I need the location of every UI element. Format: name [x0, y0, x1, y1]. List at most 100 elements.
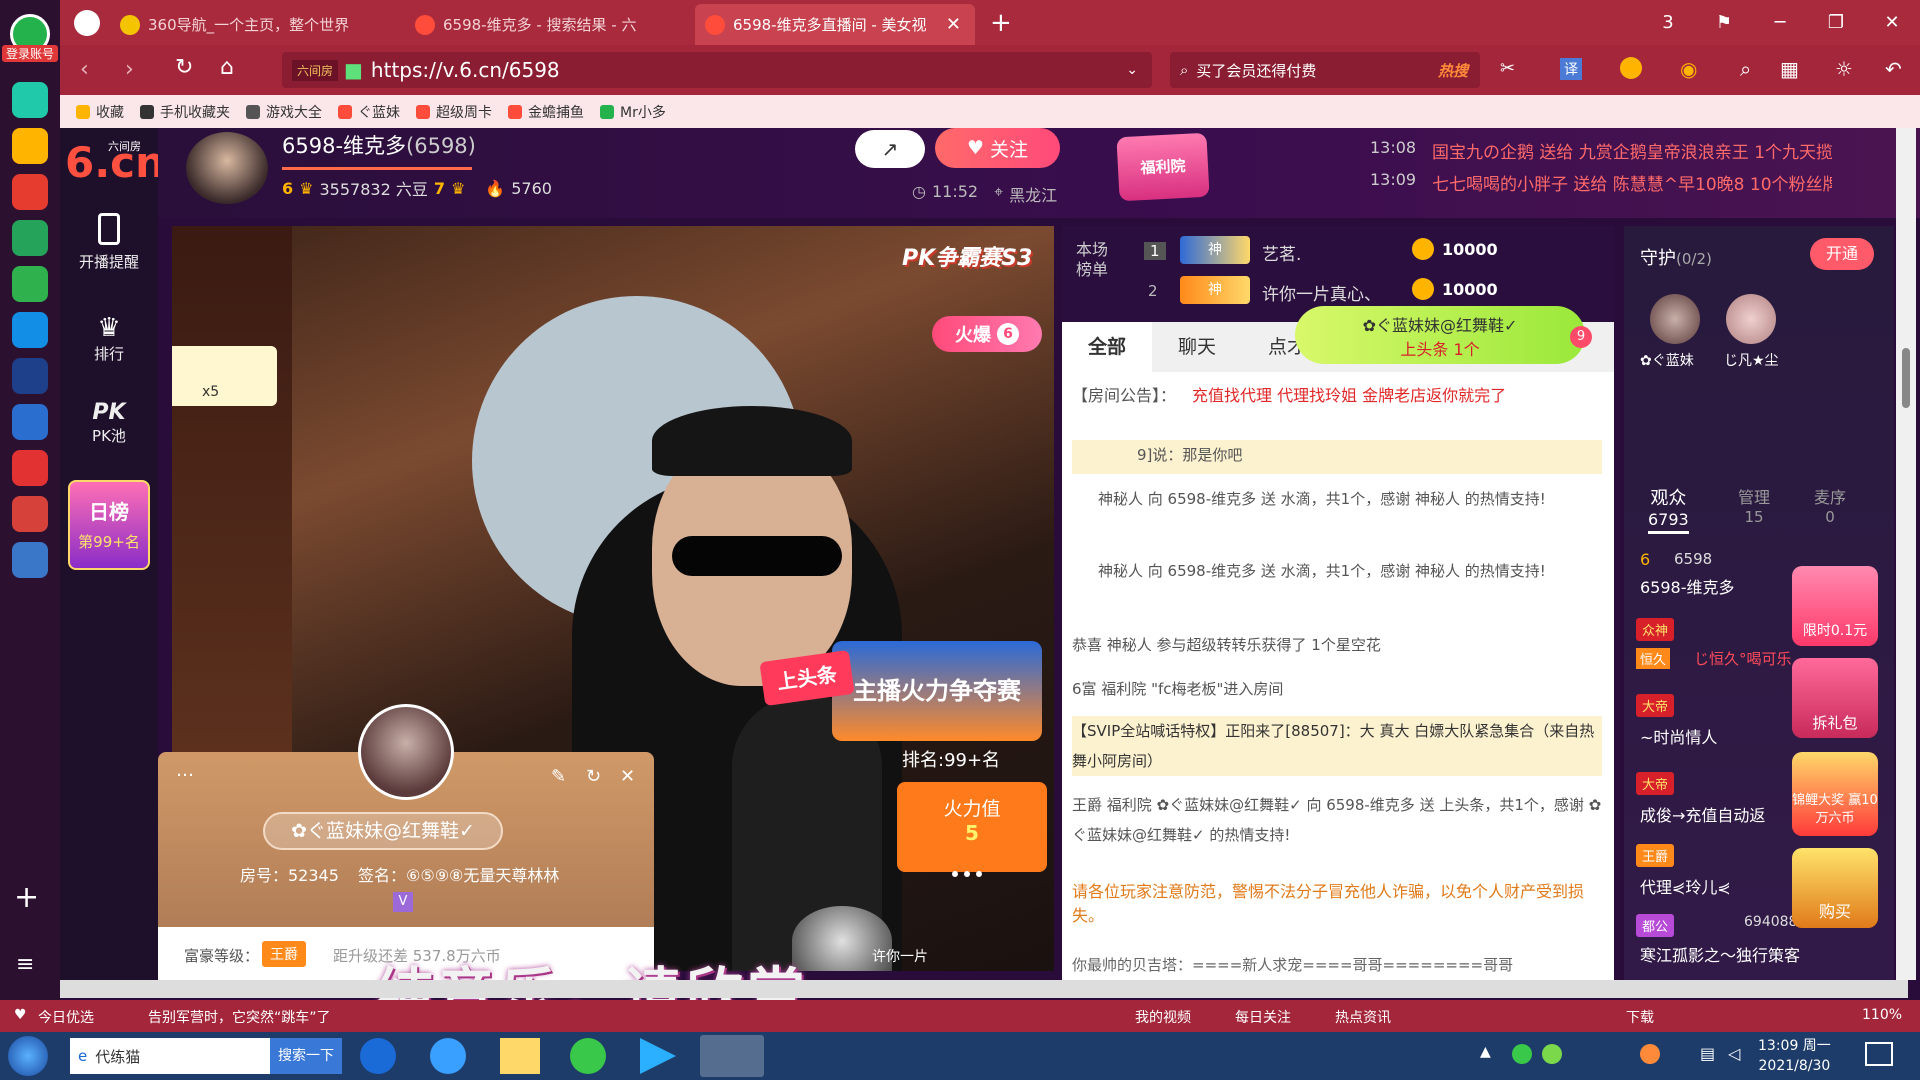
close-tab-icon[interactable]: ✕ — [946, 14, 961, 35]
promo-gift-pack[interactable]: 拆礼包 — [1792, 658, 1878, 738]
home-icon[interactable]: ⌂ — [220, 55, 234, 80]
tab-mic-order[interactable]: 麦序 0 — [1814, 484, 1846, 526]
loop-icon[interactable] — [12, 266, 48, 302]
user-name[interactable]: 寒江孤影之～独行策客 — [1640, 942, 1800, 966]
restore-icon[interactable]: ❐ — [1808, 12, 1864, 33]
news-icon[interactable] — [12, 358, 48, 394]
nav-ranking[interactable]: ♛ 排行 — [60, 313, 158, 364]
hot-search-label[interactable]: 热搜 — [1438, 60, 1468, 81]
download[interactable]: 下载 — [1626, 1007, 1654, 1027]
undo-icon[interactable]: ↶ — [1885, 57, 1902, 81]
clock[interactable]: 13:09 周一 2021/8/30 — [1758, 1036, 1831, 1076]
promo-limited[interactable]: 限时0.1元 — [1792, 566, 1878, 646]
tab-admin[interactable]: 管理 15 — [1738, 484, 1770, 526]
rank-name[interactable]: 艺茗. — [1262, 240, 1301, 265]
shop-icon[interactable] — [12, 450, 48, 486]
url-field[interactable]: 六间房 ■ https://v.6.cn/6598 ⌄ — [282, 52, 1152, 88]
start-icon[interactable] — [8, 1036, 48, 1076]
tab-live-room[interactable]: 6598-维克多直播间 - 美女视 ✕ — [695, 4, 975, 45]
active-app[interactable] — [700, 1035, 764, 1077]
more-icon[interactable]: … — [176, 760, 194, 781]
close-window-icon[interactable]: ✕ — [1864, 12, 1920, 33]
tab-audience[interactable]: 观众 6793 — [1648, 484, 1689, 534]
tray-volume-icon[interactable]: ◁ — [1728, 1044, 1740, 1063]
user-name[interactable]: 代理⋞玲儿⋞ — [1640, 874, 1731, 898]
host-avatar[interactable] — [186, 132, 268, 204]
bookmark-item[interactable]: Mr小多 — [600, 102, 666, 122]
today-pick[interactable]: 今日优选 — [38, 1007, 94, 1027]
chat-input-hint[interactable]: 你最帅的贝吉塔：====新人求宠====哥哥========哥哥 — [1072, 954, 1602, 975]
guard-name[interactable]: じ凡★尘 — [1724, 350, 1779, 370]
headline-bubble[interactable]: ✿ぐ蓝妹妹@红舞鞋✓ 上头条 1个 — [1295, 306, 1585, 364]
tray-chevron-icon[interactable]: ▲ — [1480, 1044, 1491, 1060]
bookmark-item[interactable]: 游戏大全 — [246, 102, 322, 122]
bookmark-item[interactable]: 超级周卡 — [416, 102, 492, 122]
news-link[interactable]: 告别军营时，它突然“跳车”了 — [148, 1007, 331, 1027]
user-name[interactable]: じ恒久°喝可乐 — [1694, 648, 1792, 669]
page-scrollbar[interactable] — [1896, 128, 1916, 980]
k-app-icon[interactable] — [360, 1038, 396, 1074]
welfare-badge[interactable]: 福利院 — [1116, 132, 1210, 202]
rank-board-title[interactable]: 本场榜单 — [1076, 240, 1116, 280]
star-icon[interactable] — [12, 128, 48, 164]
menu-icon[interactable]: ≡ — [16, 952, 34, 977]
mail-icon[interactable] — [12, 220, 48, 256]
carousel-dots[interactable] — [952, 871, 982, 877]
tab-360[interactable]: 360导航_一个主页，整个世界 — [110, 4, 400, 45]
fan-group[interactable]: x5 — [172, 346, 277, 406]
game-icon[interactable] — [12, 496, 48, 532]
tray-360-icon[interactable] — [1542, 1044, 1562, 1064]
navigation-icon[interactable] — [74, 10, 100, 36]
tool-icon[interactable] — [12, 542, 48, 578]
fire-box[interactable]: 火力值 5 — [897, 782, 1047, 872]
search-box[interactable]: ⌕ 买了会员还得付费 热搜 — [1170, 52, 1480, 88]
login-label[interactable]: 登录账号 — [2, 45, 58, 62]
new-tab-icon[interactable]: + — [990, 8, 1012, 38]
tray-qq-icon[interactable] — [1640, 1044, 1660, 1064]
brightness-icon[interactable]: ☼ — [1835, 57, 1853, 81]
tab-chat[interactable]: 聊天 — [1152, 322, 1242, 372]
bookmark-item[interactable]: ぐ蓝妹 — [338, 102, 400, 122]
add-icon[interactable]: + — [14, 880, 39, 915]
back-icon[interactable]: ‹ — [80, 57, 89, 82]
folder-icon[interactable] — [500, 1038, 540, 1074]
tab-count-icon[interactable]: 3 — [1640, 12, 1696, 33]
grid-icon[interactable]: ▦ — [1780, 57, 1799, 81]
tab-search-result[interactable]: 6598-维克多 - 搜索结果 - 六 — [405, 4, 695, 45]
refresh-icon[interactable]: ↻ — [586, 766, 601, 787]
taskbar-search-button[interactable]: 搜索一下 — [270, 1038, 342, 1074]
player-icon[interactable] — [640, 1038, 676, 1074]
bookmark-item[interactable]: 手机收藏夹 — [140, 102, 230, 122]
guard-avatar[interactable] — [1650, 294, 1700, 344]
search-tool-icon[interactable]: ⌕ — [1740, 57, 1751, 81]
hot-badge[interactable]: 火爆 6 — [932, 316, 1042, 352]
weibo-icon[interactable] — [12, 174, 48, 210]
close-icon[interactable]: ✕ — [620, 766, 635, 787]
user-name[interactable]: 成俊→充值自动返 — [1640, 802, 1765, 826]
my-video[interactable]: 我的视频 — [1135, 1007, 1191, 1027]
tab-all[interactable]: 全部 — [1062, 322, 1152, 372]
doc-icon[interactable] — [12, 404, 48, 440]
tray-shield-icon[interactable] — [1512, 1044, 1532, 1064]
coin-icon[interactable] — [1620, 57, 1642, 79]
p-icon[interactable] — [12, 312, 48, 348]
user-name[interactable]: ~时尚情人 — [1640, 724, 1717, 748]
guard-name[interactable]: ✿ぐ蓝妹 — [1640, 350, 1694, 370]
tray-network-icon[interactable]: ▤ — [1700, 1044, 1715, 1063]
promo-buy[interactable]: 购买 — [1792, 848, 1878, 928]
chevron-down-icon[interactable]: ⌄ — [1126, 62, 1138, 78]
zoom-level[interactable]: 110% — [1862, 1007, 1902, 1023]
daily-rank-badge[interactable]: 日榜 第99+名 — [68, 480, 150, 570]
app-icon[interactable] — [12, 82, 48, 118]
edit-icon[interactable]: ✎ — [551, 766, 566, 787]
bookmark-item[interactable]: 金蟾捕鱼 — [508, 102, 584, 122]
ie-app-icon[interactable] — [430, 1038, 466, 1074]
share-button[interactable]: ↗ — [855, 130, 925, 168]
profile-avatar[interactable] — [358, 704, 454, 800]
pk-title[interactable]: PK争霸赛S3 — [902, 240, 1032, 272]
gamepad-icon[interactable]: ◉ — [1680, 57, 1697, 81]
browser-app-icon[interactable] — [570, 1038, 606, 1074]
campaign-banner[interactable]: 主播火力争夺赛 — [832, 641, 1042, 741]
minimize-icon[interactable]: ─ — [1752, 12, 1808, 33]
follow-button[interactable]: ♥ 关注 — [935, 128, 1060, 168]
